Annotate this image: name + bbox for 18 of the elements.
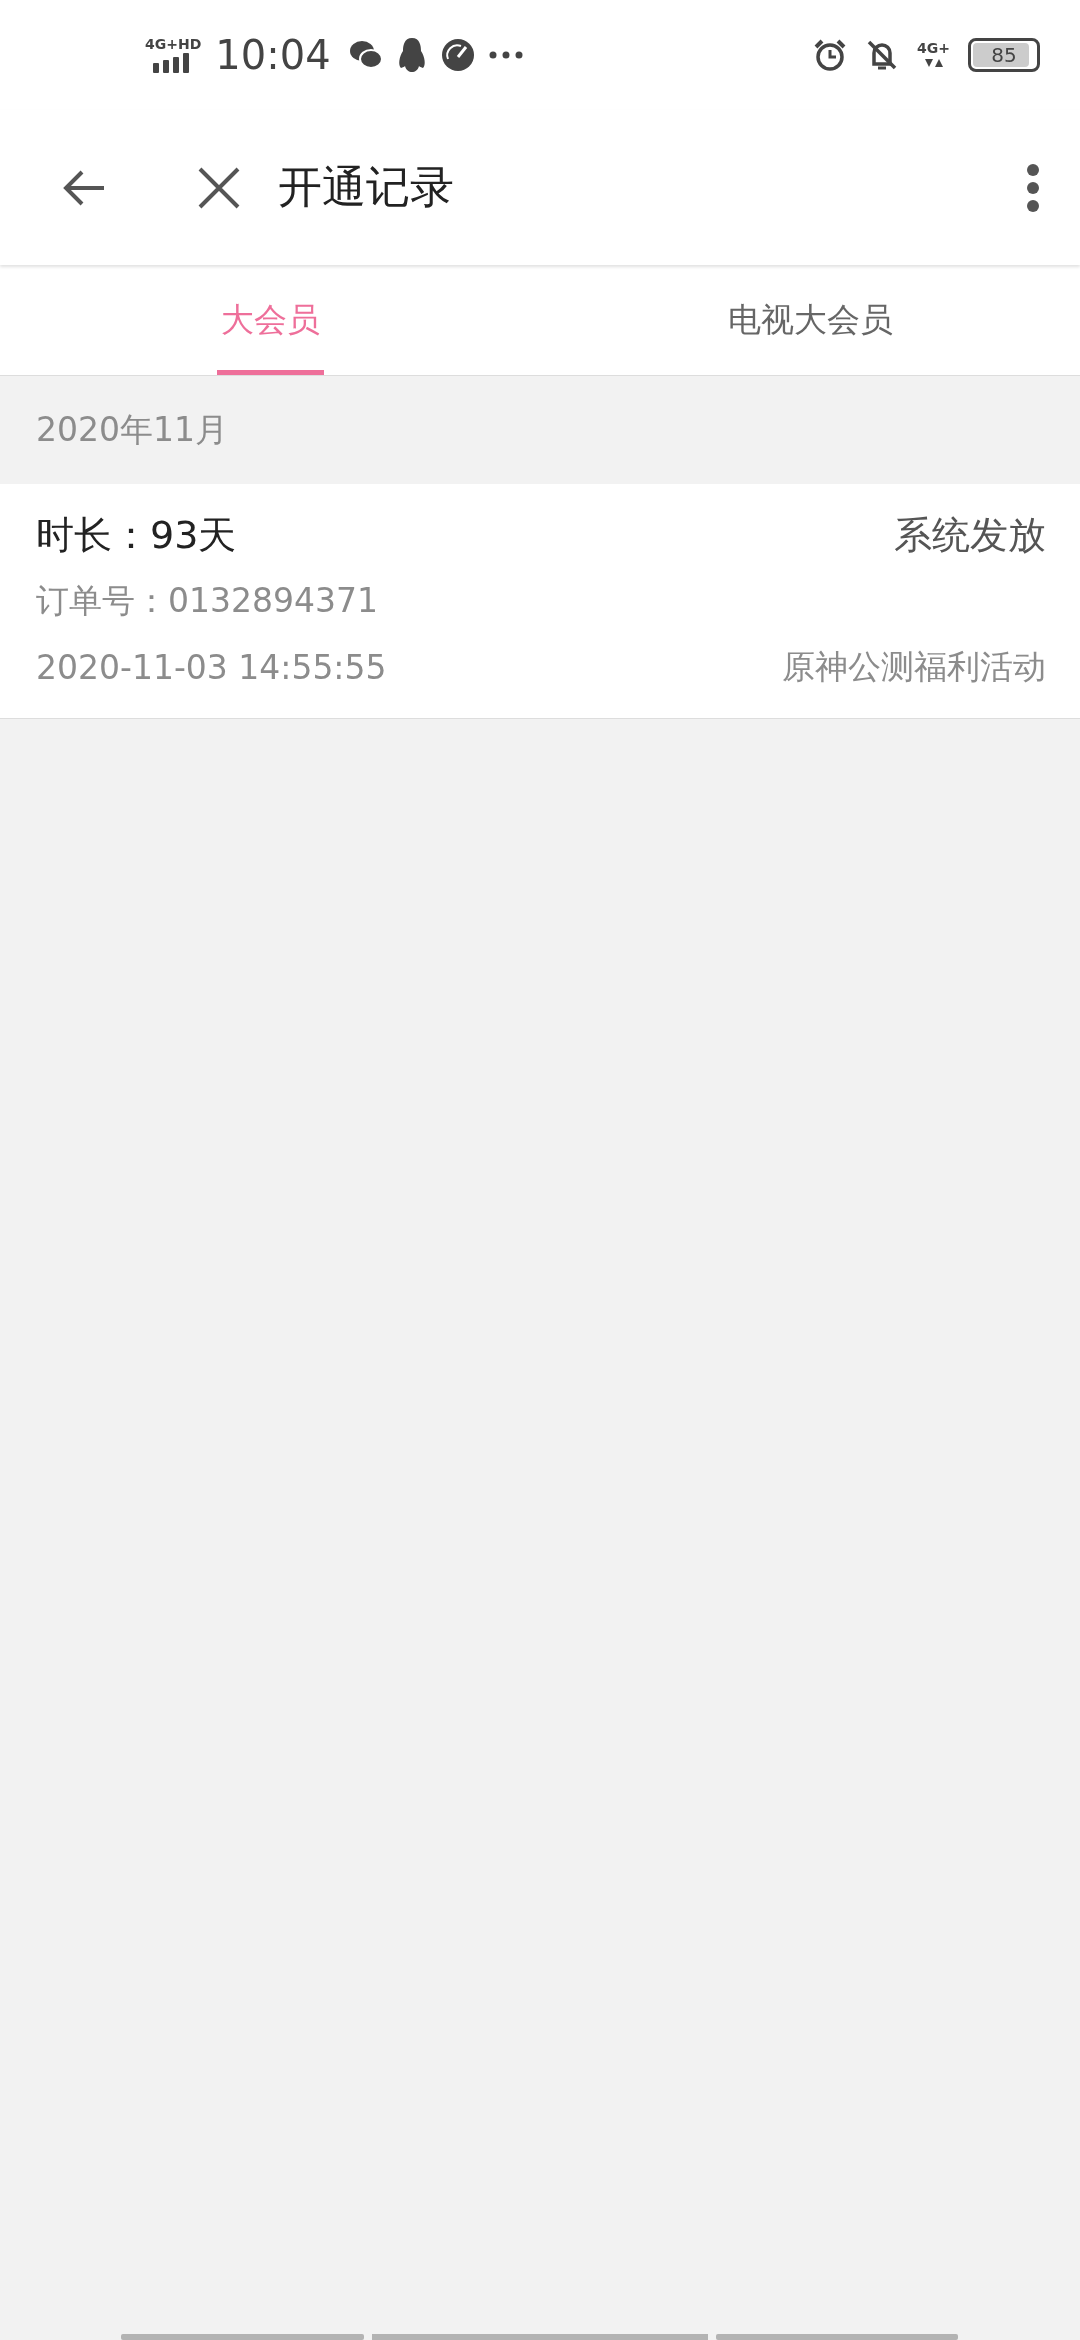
speedometer-icon	[440, 38, 475, 72]
battery-icon: 85	[968, 38, 1040, 72]
activity-text: 原神公测福利活动	[782, 645, 1046, 688]
data-arrows-icon	[923, 57, 944, 69]
more-icon	[488, 51, 523, 59]
source-text: 系统发放	[894, 511, 1046, 559]
order-number: 订单号：0132894371	[36, 579, 378, 622]
network-label: 4G+HD	[145, 37, 202, 51]
more-menu-icon[interactable]	[1026, 162, 1040, 213]
alarm-icon	[813, 38, 848, 72]
page-title: 开通记录	[278, 160, 455, 214]
clock: 10:04	[215, 32, 331, 78]
month-heading: 2020年11月	[35, 409, 229, 451]
penguin-icon	[396, 37, 427, 73]
record-time: 2020-11-03 14:55:55	[36, 647, 387, 687]
duration-text: 时长：93天	[36, 511, 237, 559]
tab[interactable]: 电视大会员	[723, 265, 897, 375]
data-network-label: 4G+	[917, 41, 950, 55]
